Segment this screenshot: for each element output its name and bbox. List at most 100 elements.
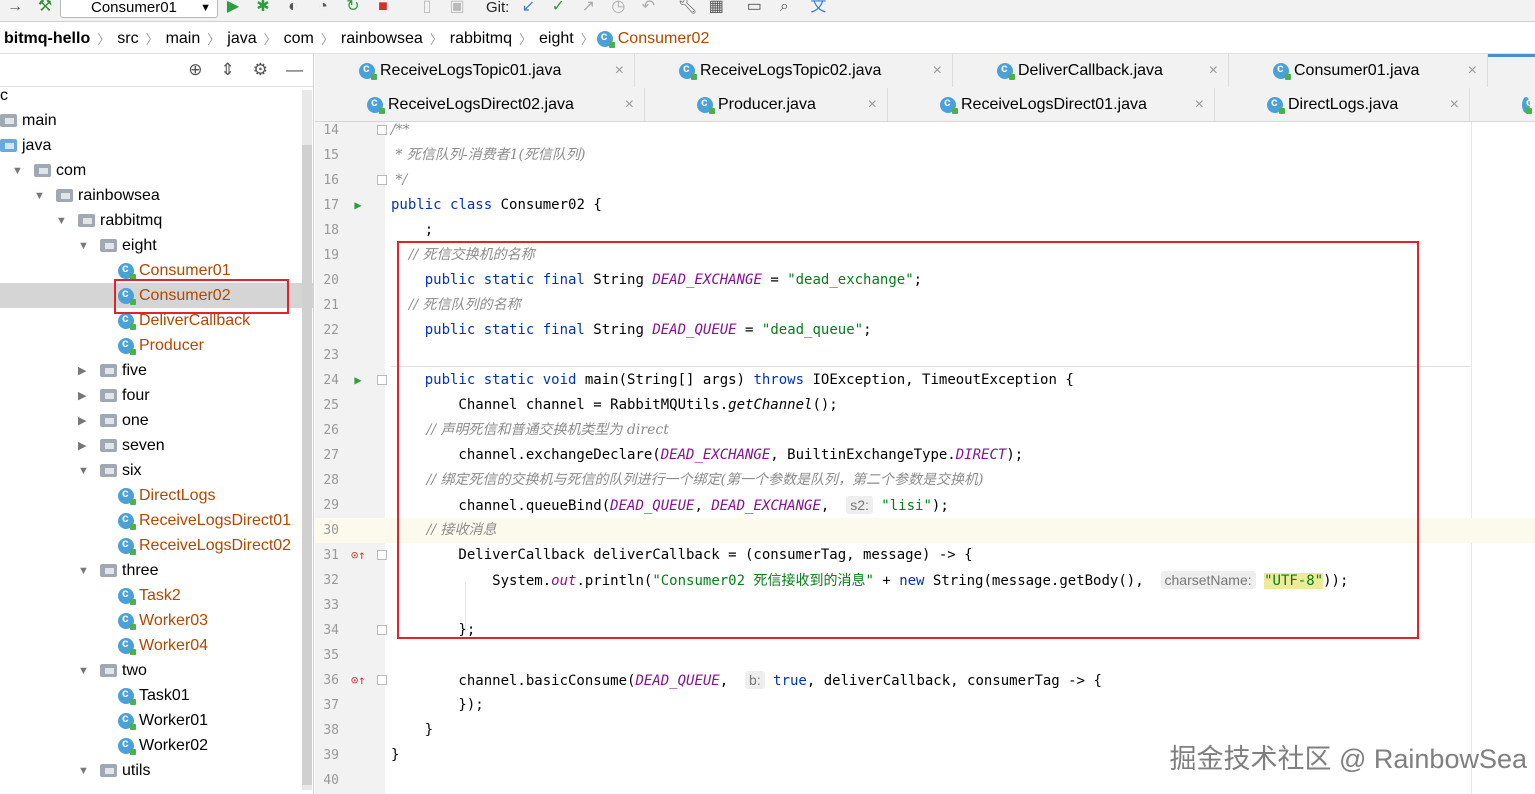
- breadcrumb-current-class[interactable]: Consumer02: [618, 30, 714, 48]
- rollback-icon[interactable]: ↶: [639, 0, 657, 16]
- expanded-arrow-icon[interactable]: ▼: [78, 665, 92, 677]
- tree-item[interactable]: c: [0, 83, 313, 108]
- breadcrumb-project[interactable]: bitmq-hello: [0, 30, 94, 48]
- close-icon[interactable]: ×: [1209, 62, 1218, 80]
- breadcrumb-main[interactable]: main: [162, 30, 205, 48]
- collapsed-arrow-icon[interactable]: ▶: [78, 414, 92, 427]
- close-icon[interactable]: ×: [1195, 96, 1204, 114]
- reload-icon[interactable]: ↻: [344, 0, 362, 16]
- tree-item[interactable]: Worker04: [0, 633, 313, 658]
- breadcrumb-src[interactable]: src: [113, 30, 142, 48]
- tree-item[interactable]: ▼ six: [0, 458, 313, 483]
- locate-file-icon[interactable]: ⊕: [188, 60, 202, 80]
- tree-item[interactable]: Task01: [0, 683, 313, 708]
- fold-marker-icon[interactable]: [377, 375, 387, 385]
- run-gutter-icon[interactable]: ▶: [351, 193, 365, 218]
- stop-icon[interactable]: ■: [374, 0, 392, 16]
- implements-gutter-icon[interactable]: ⊙↑: [351, 668, 365, 693]
- tree-item[interactable]: DirectLogs: [0, 483, 313, 508]
- tab-delivercallback[interactable]: DeliverCallback.java ×: [953, 54, 1229, 87]
- expanded-arrow-icon[interactable]: ▼: [12, 165, 26, 177]
- tree-item[interactable]: Task2: [0, 583, 313, 608]
- fold-marker-icon[interactable]: [377, 175, 387, 185]
- code-line[interactable]: 18 ;: [315, 218, 1535, 243]
- close-icon[interactable]: ×: [1468, 62, 1477, 80]
- close-icon[interactable]: ×: [933, 62, 942, 80]
- tree-item[interactable]: ▼ three: [0, 558, 313, 583]
- close-icon[interactable]: ×: [615, 62, 624, 80]
- code-line[interactable]: 14 /**: [315, 122, 1535, 143]
- tree-item[interactable]: ▶ five: [0, 358, 313, 383]
- implements-gutter-icon[interactable]: ⊙↑: [351, 543, 365, 568]
- coverage-icon[interactable]: ◐: [284, 0, 302, 16]
- tab-consumer01[interactable]: Consumer01.java ×: [1229, 54, 1488, 87]
- code-line[interactable]: 35: [315, 643, 1535, 668]
- hide-panel-icon[interactable]: —: [286, 60, 303, 80]
- breadcrumb-eight[interactable]: eight: [535, 30, 578, 48]
- tree-item[interactable]: Worker01: [0, 708, 313, 733]
- tab-directlogs[interactable]: DirectLogs.java ×: [1215, 88, 1470, 121]
- run-configuration-select[interactable]: Consumer01 ▼: [60, 0, 218, 18]
- fold-marker-icon[interactable]: [377, 675, 387, 685]
- tab-receivelogstopic01[interactable]: ReceiveLogsTopic01.java ×: [315, 54, 635, 87]
- expanded-arrow-icon[interactable]: ▼: [34, 190, 48, 202]
- tree-item[interactable]: ReceiveLogsDirect02: [0, 533, 313, 558]
- tree-item[interactable]: ▶ four: [0, 383, 313, 408]
- expanded-arrow-icon[interactable]: ▼: [78, 240, 92, 252]
- run-icon[interactable]: ▶: [224, 0, 242, 16]
- tree-item[interactable]: ▼ utils: [0, 758, 313, 783]
- tab-overflow[interactable]: [1470, 88, 1535, 121]
- expanded-arrow-icon[interactable]: ▼: [78, 765, 92, 777]
- history-icon[interactable]: ◷: [609, 0, 627, 16]
- sdk-icon[interactable]: ▣: [448, 0, 466, 16]
- expanded-arrow-icon[interactable]: ▼: [78, 465, 92, 477]
- git-commit-icon[interactable]: ✓: [549, 0, 567, 16]
- search-icon[interactable]: ⌕: [775, 0, 793, 16]
- code-line[interactable]: 15 * 死信队列-消费者1(死信队列): [315, 143, 1535, 168]
- breadcrumb-rabbitmq[interactable]: rabbitmq: [446, 30, 516, 48]
- close-icon[interactable]: ×: [1450, 96, 1459, 114]
- breadcrumb-rainbowsea[interactable]: rainbowsea: [337, 30, 427, 48]
- tree-item[interactable]: java: [0, 133, 313, 158]
- tree-item[interactable]: ▼ com: [0, 158, 313, 183]
- close-icon[interactable]: ×: [868, 96, 877, 114]
- back-arrow-icon[interactable]: →: [6, 0, 24, 16]
- collapsed-arrow-icon[interactable]: ▶: [78, 364, 92, 377]
- tree-item[interactable]: ▶ seven: [0, 433, 313, 458]
- tab-receivelogstopic02[interactable]: ReceiveLogsTopic02.java ×: [635, 54, 953, 87]
- code-line[interactable]: 17 ▶ public class Consumer02 {: [315, 193, 1535, 218]
- tree-item[interactable]: ▼ two: [0, 658, 313, 683]
- code-line[interactable]: 16 */: [315, 168, 1535, 193]
- project-structure-icon[interactable]: ▯: [418, 0, 436, 16]
- collapsed-arrow-icon[interactable]: ▶: [78, 439, 92, 452]
- code-line[interactable]: 36 ⊙↑ channel.basicConsume(DEAD_QUEUE, b:…: [315, 668, 1535, 693]
- gear-icon[interactable]: ⚙: [253, 60, 268, 80]
- breadcrumb-java[interactable]: java: [223, 30, 260, 48]
- git-push-icon[interactable]: ↗: [579, 0, 597, 16]
- tree-item[interactable]: Worker03: [0, 608, 313, 633]
- project-structure-grid-icon[interactable]: ▦: [707, 0, 725, 16]
- collapse-all-icon[interactable]: ⇕: [221, 60, 235, 80]
- run-gutter-icon[interactable]: ▶: [351, 368, 365, 393]
- tree-item[interactable]: Producer: [0, 333, 313, 358]
- tab-receivelogsdirect01[interactable]: ReceiveLogsDirect01.java ×: [888, 88, 1215, 121]
- fold-marker-icon[interactable]: [377, 550, 387, 560]
- debug-icon[interactable]: ✱: [254, 0, 272, 16]
- code-line[interactable]: 37 });: [315, 693, 1535, 718]
- tab-receivelogsdirect02[interactable]: ReceiveLogsDirect02.java ×: [315, 88, 645, 121]
- tab-producer[interactable]: Producer.java ×: [645, 88, 888, 121]
- settings-wrench-icon[interactable]: 🔧︎: [677, 0, 697, 16]
- profile-icon[interactable]: ◔: [314, 0, 332, 16]
- terminal-icon[interactable]: ▭: [745, 0, 763, 16]
- git-update-icon[interactable]: ↙: [519, 0, 537, 16]
- project-scrollbar-thumb[interactable]: [302, 145, 312, 785]
- translate-icon[interactable]: 文: [809, 0, 827, 16]
- expanded-arrow-icon[interactable]: ▼: [78, 565, 92, 577]
- code-editor[interactable]: 14/** 15 * 死信队列-消费者1(死信队列) 16 */17 ▶ public …: [315, 122, 1535, 794]
- tree-item[interactable]: ▶ one: [0, 408, 313, 433]
- collapsed-arrow-icon[interactable]: ▶: [78, 389, 92, 402]
- tree-item[interactable]: ▼ rainbowsea: [0, 183, 313, 208]
- build-hammer-icon[interactable]: ⚒: [36, 0, 54, 16]
- close-icon[interactable]: ×: [625, 96, 634, 114]
- tree-item[interactable]: ▼ rabbitmq: [0, 208, 313, 233]
